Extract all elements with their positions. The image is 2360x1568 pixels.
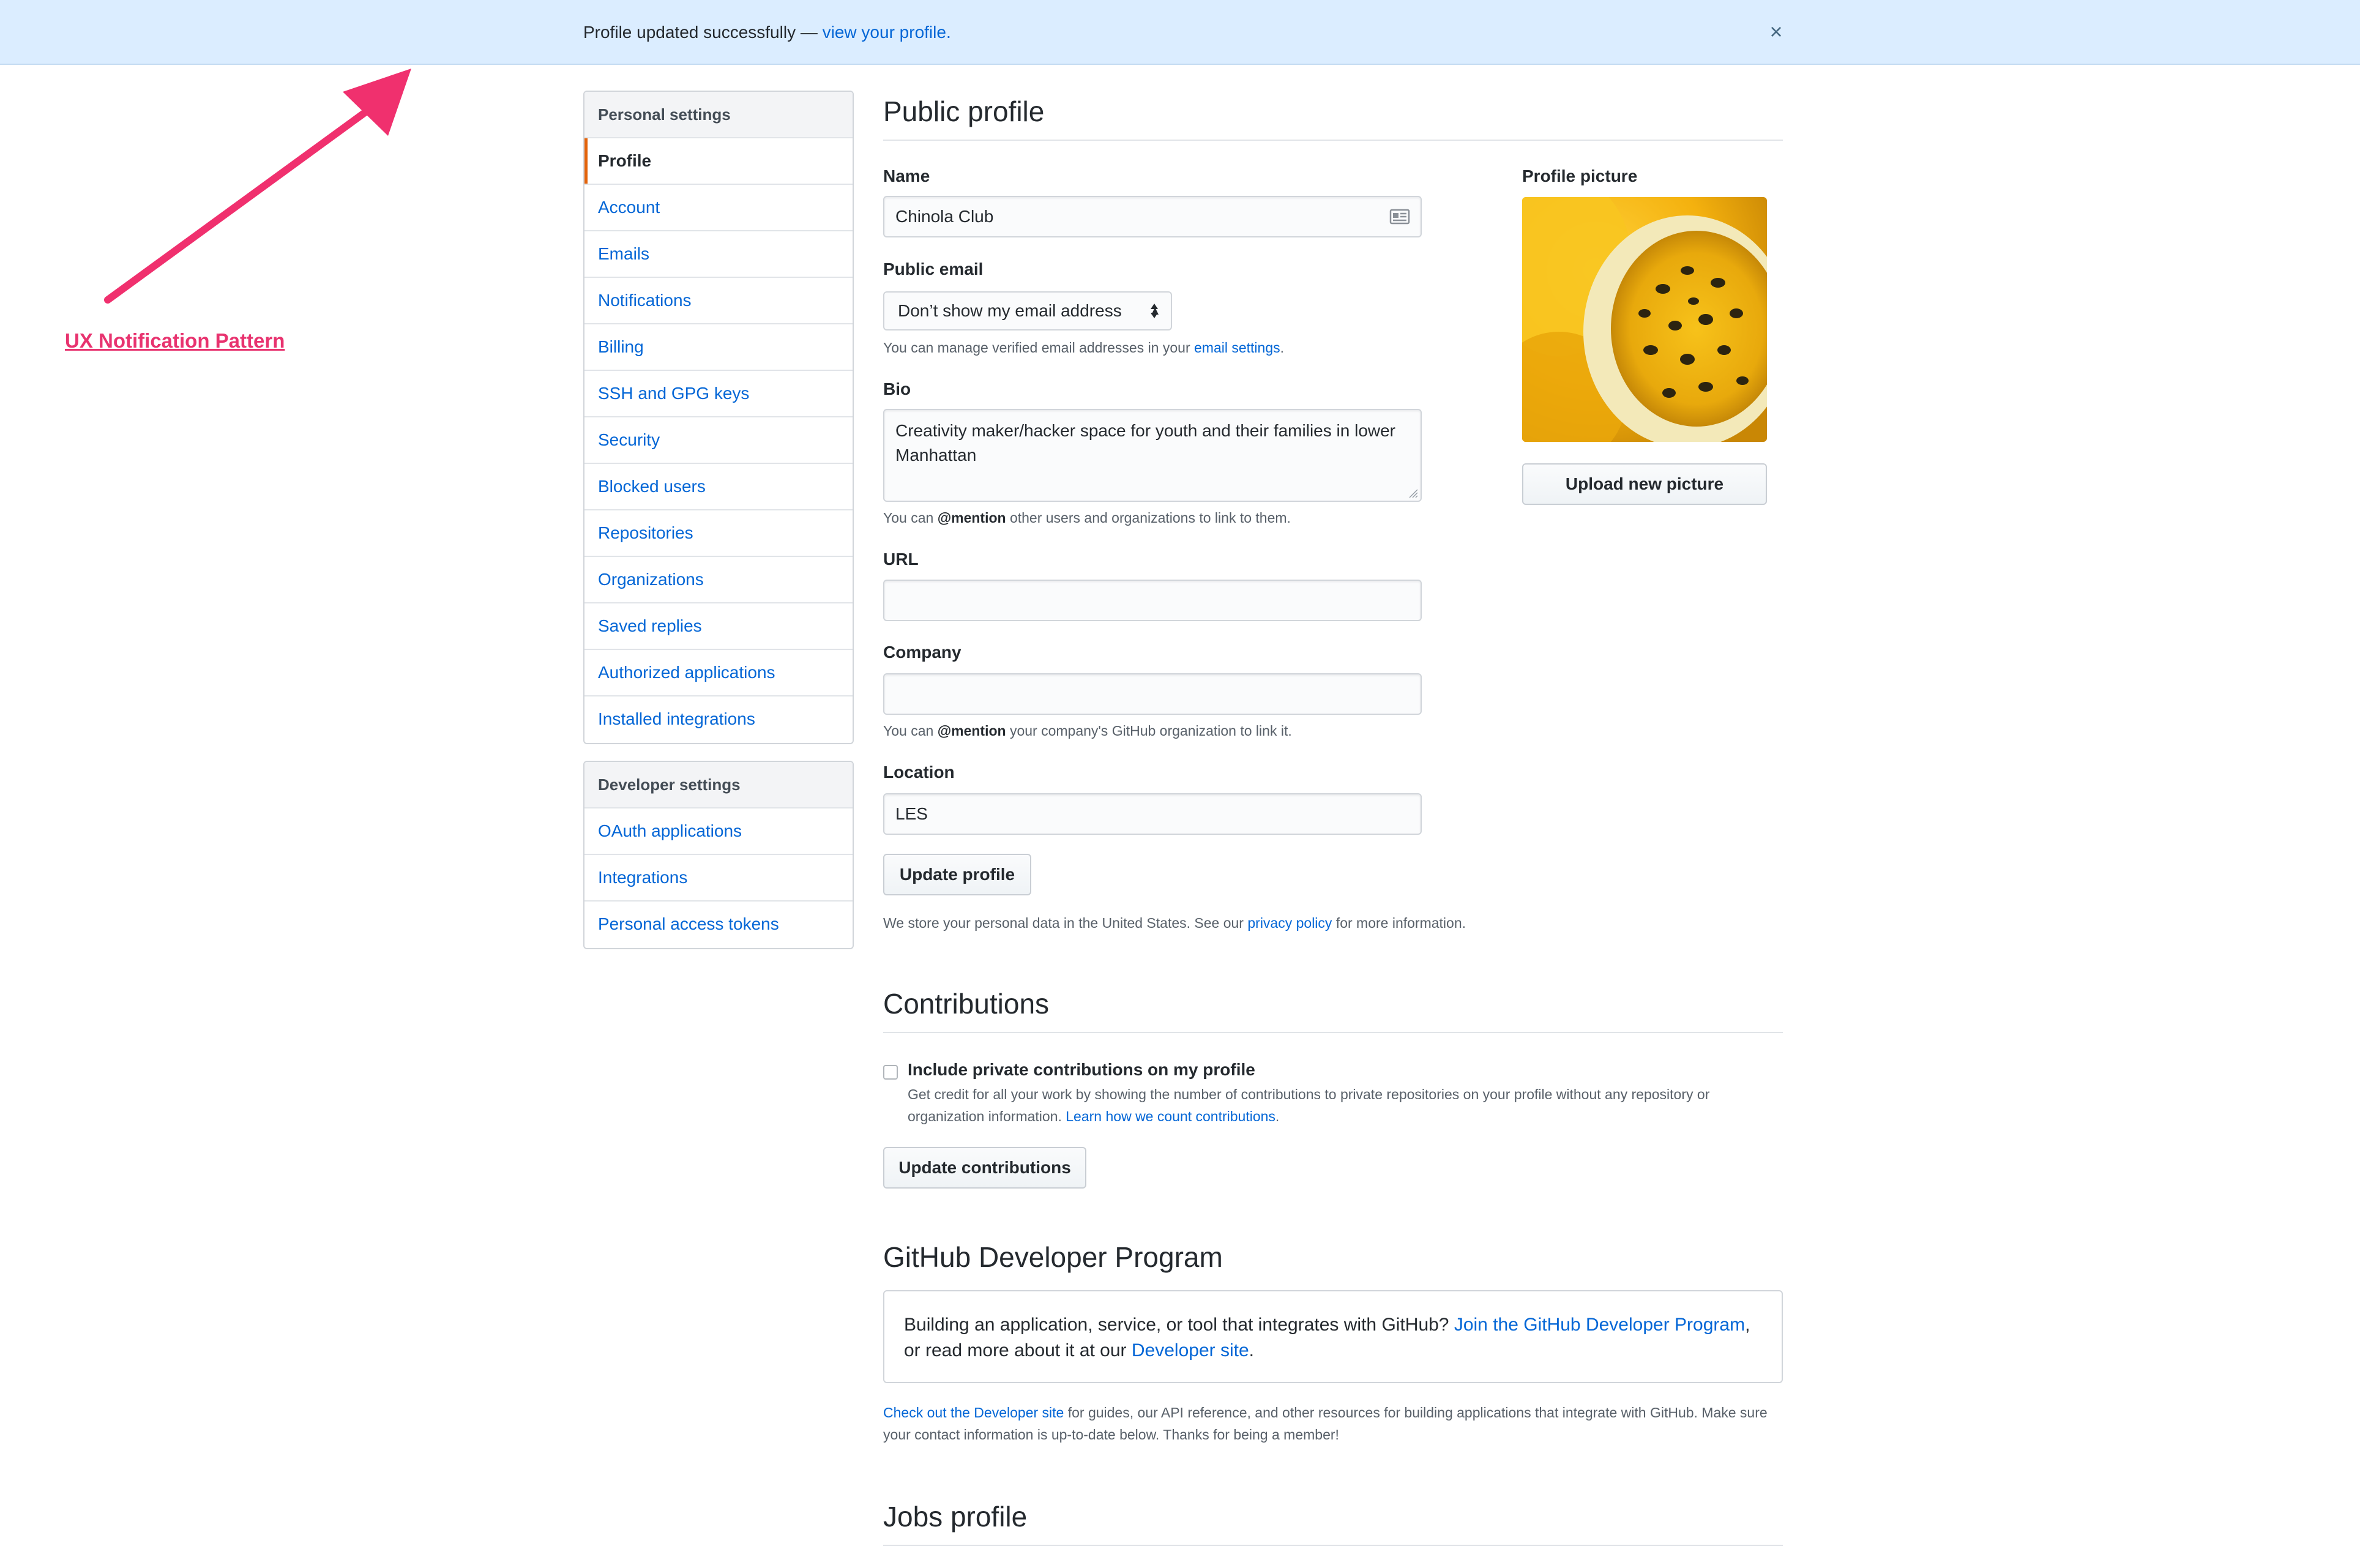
bio-note: You can @mention other users and organiz… bbox=[883, 507, 1291, 529]
sidebar-item-integrations[interactable]: Integrations bbox=[584, 855, 853, 902]
developer-settings-menu: Developer settings OAuth applications In… bbox=[583, 761, 854, 949]
url-input[interactable] bbox=[883, 580, 1422, 621]
mention-text: @mention bbox=[937, 510, 1006, 526]
learn-contributions-link[interactable]: Learn how we count contributions bbox=[1066, 1108, 1275, 1124]
privacy-note-suffix: for more information. bbox=[1332, 915, 1466, 931]
private-contributions-label[interactable]: Include private contributions on my prof… bbox=[908, 1060, 1255, 1080]
sidebar-item-oauth-applications[interactable]: OAuth applications bbox=[584, 808, 853, 855]
name-input[interactable] bbox=[883, 196, 1422, 237]
sidebar-item-billing[interactable]: Billing bbox=[584, 324, 853, 371]
developer-program-text: Building an application, service, or too… bbox=[904, 1315, 1454, 1335]
developer-site-link[interactable]: Developer site bbox=[1132, 1340, 1249, 1361]
public-email-label: Public email bbox=[883, 259, 984, 278]
flash-notification: Profile updated successfully — view your… bbox=[0, 0, 2360, 65]
sidebar-item-organizations[interactable]: Organizations bbox=[584, 557, 853, 603]
sidebar-item-installed-integrations[interactable]: Installed integrations bbox=[584, 696, 853, 743]
sidebar-item-emails[interactable]: Emails bbox=[584, 231, 853, 278]
sidebar-item-notifications[interactable]: Notifications bbox=[584, 278, 853, 324]
sidebar-item-ssh-gpg-keys[interactable]: SSH and GPG keys bbox=[584, 371, 853, 417]
url-label: URL bbox=[883, 550, 919, 569]
company-mention-text: @mention bbox=[937, 723, 1006, 739]
bio-label: Bio bbox=[883, 379, 911, 398]
email-note-text: You can manage verified email addresses … bbox=[883, 340, 1194, 356]
contributions-description: Get credit for all your work by showing … bbox=[908, 1083, 1777, 1127]
upload-new-picture-button[interactable]: Upload new picture bbox=[1522, 463, 1767, 505]
view-profile-link[interactable]: view your profile. bbox=[823, 23, 951, 42]
sidebar-item-repositories[interactable]: Repositories bbox=[584, 510, 853, 557]
flash-message-text: Profile updated successfully — bbox=[583, 23, 823, 42]
profile-picture-image bbox=[1522, 197, 1767, 442]
update-profile-button[interactable]: Update profile bbox=[883, 854, 1031, 895]
flash-message: Profile updated successfully — view your… bbox=[583, 21, 951, 44]
public-email-selected-value: Don’t show my email address bbox=[898, 301, 1122, 320]
developer-settings-heading: Developer settings bbox=[584, 762, 853, 808]
update-contributions-button[interactable]: Update contributions bbox=[883, 1147, 1086, 1189]
contact-card-icon bbox=[1389, 209, 1410, 225]
location-input[interactable] bbox=[883, 793, 1422, 835]
annotation-label: UX Notification Pattern bbox=[65, 329, 285, 352]
jobs-profile-title: Jobs profile bbox=[883, 1499, 1783, 1546]
sidebar-item-profile[interactable]: Profile bbox=[584, 138, 853, 185]
select-chevron-icon bbox=[1151, 304, 1158, 318]
name-label: Name bbox=[883, 166, 930, 185]
private-contributions-checkbox[interactable] bbox=[883, 1065, 898, 1080]
close-icon[interactable]: × bbox=[1764, 18, 1788, 45]
personal-settings-heading: Personal settings bbox=[584, 92, 853, 138]
company-label: Company bbox=[883, 643, 962, 662]
public-email-select[interactable]: Don’t show my email address ▲ bbox=[883, 291, 1172, 330]
bio-text: Creativity maker/hacker space for youth … bbox=[895, 421, 1396, 465]
resize-grip-icon[interactable] bbox=[1408, 488, 1418, 498]
contributions-title: Contributions bbox=[883, 987, 1783, 1033]
sidebar-item-authorized-applications[interactable]: Authorized applications bbox=[584, 650, 853, 696]
privacy-note: We store your personal data in the Unite… bbox=[883, 912, 1466, 934]
privacy-note-text: We store your personal data in the Unite… bbox=[883, 915, 1248, 931]
contributions-description-suffix: . bbox=[1275, 1108, 1280, 1124]
sidebar-item-saved-replies[interactable]: Saved replies bbox=[584, 603, 853, 650]
email-note-suffix: . bbox=[1280, 340, 1285, 356]
developer-program-title: GitHub Developer Program bbox=[883, 1241, 1223, 1273]
bio-note-suffix: other users and organizations to link to… bbox=[1006, 510, 1291, 526]
sidebar-item-personal-access-tokens[interactable]: Personal access tokens bbox=[584, 902, 853, 948]
sidebar-item-account[interactable]: Account bbox=[584, 185, 853, 231]
contributions-description-text: Get credit for all your work by showing … bbox=[908, 1086, 1710, 1124]
developer-program-suffix: . bbox=[1249, 1340, 1254, 1361]
personal-settings-menu: Personal settings Profile Account Emails… bbox=[583, 91, 854, 744]
check-developer-site-link[interactable]: Check out the Developer site bbox=[883, 1405, 1064, 1421]
public-profile-title: Public profile bbox=[883, 94, 1783, 141]
bio-note-text: You can bbox=[883, 510, 938, 526]
company-note-suffix: your company's GitHub organization to li… bbox=[1006, 723, 1292, 739]
privacy-policy-link[interactable]: privacy policy bbox=[1247, 915, 1332, 931]
sidebar-item-blocked-users[interactable]: Blocked users bbox=[584, 464, 853, 510]
company-input[interactable] bbox=[883, 673, 1422, 715]
company-note: You can @mention your company's GitHub o… bbox=[883, 720, 1292, 742]
join-developer-program-link[interactable]: Join the GitHub Developer Program bbox=[1454, 1315, 1745, 1335]
email-settings-link[interactable]: email settings bbox=[1194, 340, 1280, 356]
sidebar-item-security[interactable]: Security bbox=[584, 417, 853, 464]
company-note-text: You can bbox=[883, 723, 938, 739]
developer-program-box: Building an application, service, or too… bbox=[883, 1290, 1783, 1383]
developer-site-note: Check out the Developer site for guides,… bbox=[883, 1402, 1783, 1446]
location-label: Location bbox=[883, 763, 955, 782]
profile-picture-label: Profile picture bbox=[1522, 166, 1638, 185]
bio-textarea[interactable]: Creativity maker/hacker space for youth … bbox=[883, 409, 1422, 502]
email-note: You can manage verified email addresses … bbox=[883, 337, 1284, 359]
